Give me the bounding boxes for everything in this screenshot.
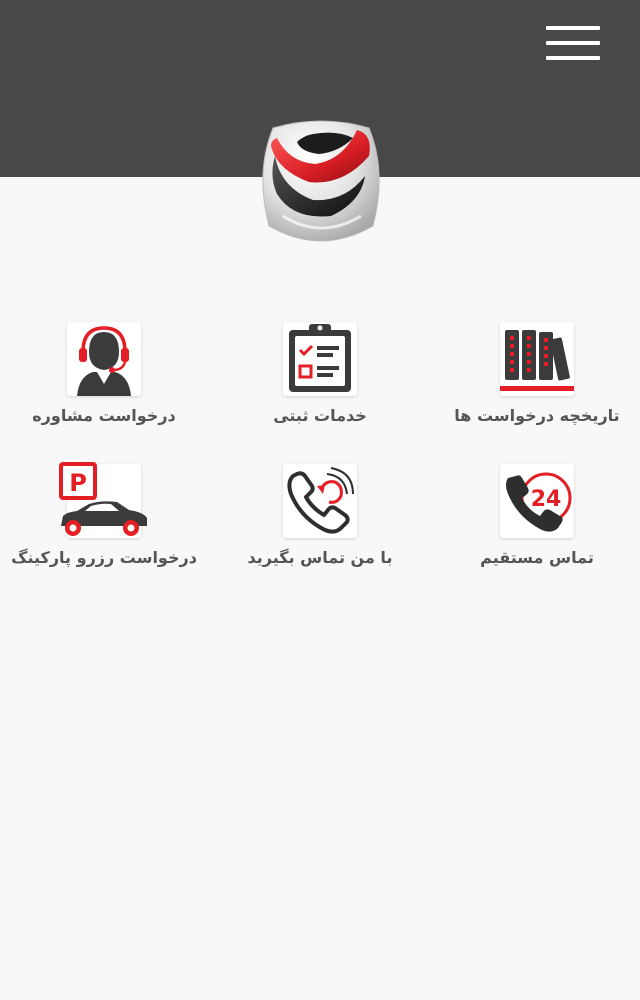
clipboard-checklist-icon bbox=[283, 322, 357, 396]
callback-phone-icon bbox=[283, 464, 357, 538]
menu-line bbox=[546, 56, 600, 60]
parking-car-icon: P bbox=[59, 462, 147, 538]
tile-label: درخواست مشاوره bbox=[32, 406, 176, 425]
tile-label: تاریخچه درخواست ها bbox=[454, 406, 620, 425]
menu-line bbox=[546, 41, 600, 45]
consultant-headset-icon bbox=[67, 322, 141, 396]
tile-label: درخواست رزرو پارکینگ bbox=[11, 548, 197, 567]
phone-24-icon: 24 bbox=[500, 464, 574, 538]
tile-label: با من تماس بگیرید bbox=[247, 548, 393, 567]
tile-label: تماس مستقیم bbox=[480, 548, 594, 567]
tile-parking-reservation[interactable]: P درخواست رزرو پارکینگ bbox=[4, 460, 204, 580]
tile-call-me-back[interactable]: با من تماس بگیرید bbox=[220, 460, 420, 580]
tile-request-history[interactable]: تاریخچه درخواست ها bbox=[437, 318, 637, 438]
svg-text:P: P bbox=[69, 469, 87, 497]
hamburger-menu-icon[interactable] bbox=[546, 24, 600, 64]
tile-direct-call[interactable]: 24 تماس مستقیم bbox=[437, 460, 637, 580]
menu-line bbox=[546, 26, 600, 30]
history-folders-icon bbox=[500, 322, 574, 396]
tile-consultation-request[interactable]: درخواست مشاوره bbox=[4, 318, 204, 438]
tile-registry-services[interactable]: خدمات ثبتی bbox=[220, 318, 420, 438]
app-logo-icon bbox=[253, 116, 389, 252]
svg-text:24: 24 bbox=[531, 487, 562, 512]
tile-label: خدمات ثبتی bbox=[273, 406, 367, 425]
